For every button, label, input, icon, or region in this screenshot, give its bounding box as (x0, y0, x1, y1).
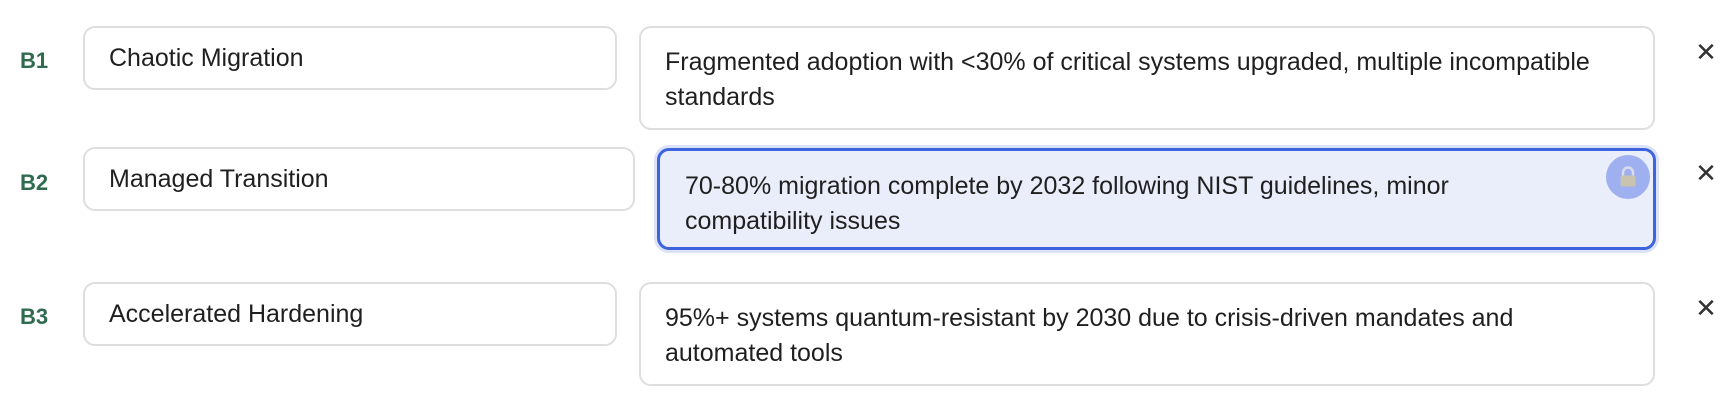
scenario-description-text: 95%+ systems quantum-resistant by 2030 d… (665, 304, 1514, 367)
scenario-name-field[interactable]: Managed Transition (83, 147, 635, 211)
lock-icon (1620, 166, 1636, 187)
scenario-name-field[interactable]: Chaotic Migration (83, 26, 617, 90)
close-icon[interactable]: ✕ (1694, 160, 1718, 186)
scenario-name-field[interactable]: Accelerated Hardening (83, 282, 617, 346)
close-icon[interactable]: ✕ (1694, 39, 1718, 65)
scenario-code: B1 (20, 48, 49, 73)
scenario-description-text: Fragmented adoption with <30% of critica… (665, 48, 1590, 111)
scenario-code: B3 (20, 304, 49, 329)
scenario-description-text: 70-80% migration complete by 2032 follow… (685, 172, 1449, 235)
close-icon[interactable]: ✕ (1694, 295, 1718, 321)
lock-button[interactable] (1606, 155, 1650, 199)
scenario-code: B2 (20, 170, 49, 195)
scenario-description-field[interactable]: Fragmented adoption with <30% of critica… (639, 26, 1655, 130)
scenario-description-field[interactable]: 95%+ systems quantum-resistant by 2030 d… (639, 282, 1655, 386)
scenario-description-field[interactable]: 70-80% migration complete by 2032 follow… (657, 148, 1656, 250)
